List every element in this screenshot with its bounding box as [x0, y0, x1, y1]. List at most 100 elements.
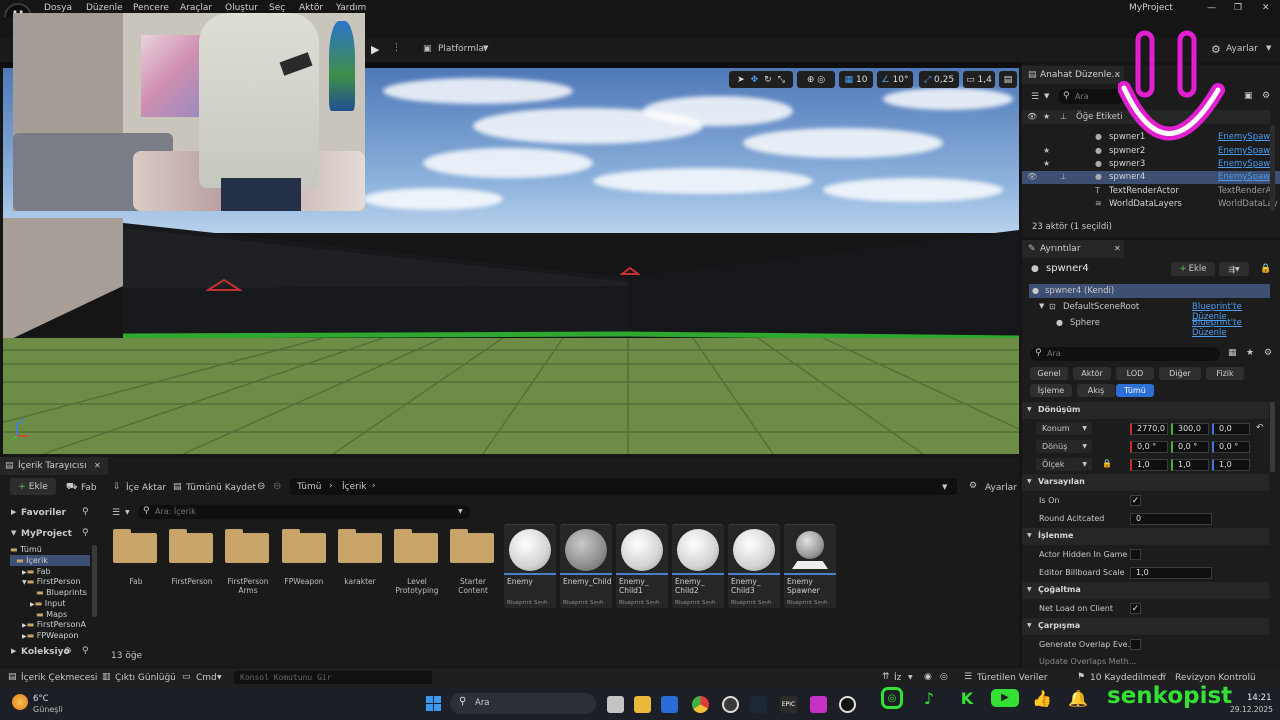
asset-tile[interactable]: Enemy_ Child2 Blueprint Sınıfı	[672, 524, 724, 608]
menu-window[interactable]: Pencere	[133, 3, 169, 13]
scale-x-input[interactable]: 1,0	[1130, 459, 1168, 471]
tree-item-fpweapon[interactable]: ▶▬ FPWeapon	[22, 631, 78, 640]
component-row[interactable]: ▼ ⊡ DefaultSceneRoot Blueprint'te Düzenl…	[1029, 300, 1270, 322]
rotation-dropdown[interactable]: Dönüş ▼	[1036, 440, 1092, 453]
folder-fab-icon[interactable]	[113, 529, 157, 563]
clock-time[interactable]: 14:21	[1247, 693, 1272, 703]
filter-icon[interactable]: ☰	[1031, 92, 1039, 102]
close-button[interactable]: ✕	[1262, 3, 1270, 13]
play-icon[interactable]: ▶	[371, 43, 379, 56]
search-icon[interactable]: ⚲	[82, 646, 89, 656]
more-options-icon[interactable]: ⋮	[392, 43, 401, 53]
filter-streaming[interactable]: Akış	[1077, 384, 1115, 397]
section-transform[interactable]: Dönüşüm	[1022, 402, 1269, 419]
add-collection-icon[interactable]: ⊕	[64, 646, 72, 656]
screenshot-icon[interactable]: ◎	[940, 672, 948, 682]
mail-icon[interactable]	[661, 696, 678, 713]
menu-actor[interactable]: Aktör	[299, 3, 323, 13]
section-default[interactable]: Varsayılan	[1022, 474, 1269, 491]
asset-tile[interactable]: Enemy_Child Blueprint Sınıfı	[560, 524, 612, 608]
overlap-events-checkbox[interactable]	[1130, 639, 1141, 650]
epic-games-icon[interactable]: EPIC	[780, 696, 797, 713]
project-header[interactable]: MyProject	[21, 529, 72, 539]
menu-select[interactable]: Seç	[269, 3, 285, 13]
windows-start-icon[interactable]	[426, 696, 441, 711]
selected-actor-name[interactable]: spwner4	[1046, 263, 1089, 274]
file-explorer-icon[interactable]	[634, 696, 651, 713]
folder-karakter-icon[interactable]	[338, 529, 382, 563]
row-type-link[interactable]: EnemySpawr	[1218, 159, 1274, 169]
cmd-dropdown[interactable]: Cmd	[196, 673, 217, 683]
star-icon[interactable]: ★	[1246, 348, 1254, 358]
eye-icon[interactable]: 👁	[1027, 172, 1037, 181]
location-z-input[interactable]: 0,0	[1212, 423, 1250, 435]
close-tab-icon[interactable]: ✕	[1114, 244, 1121, 253]
menu-help[interactable]: Yardım	[336, 3, 366, 13]
collections-header[interactable]: Koleksiyo	[21, 647, 70, 657]
record-icon[interactable]: ◉	[924, 672, 932, 682]
tree-item-firstperson[interactable]: ▼▬ FirstPerson	[22, 577, 80, 586]
rotation-z-input[interactable]: 0,0 °	[1212, 441, 1250, 453]
back-icon[interactable]: ⊖	[257, 481, 265, 492]
folder-fpweapon-icon[interactable]	[282, 529, 326, 563]
filter-misc[interactable]: Diğer	[1159, 367, 1201, 380]
location-y-input[interactable]: 300,0	[1171, 423, 1209, 435]
outliner-search-input[interactable]: ⚲ Ara	[1058, 89, 1124, 104]
tree-item-maps[interactable]: ▬ Maps	[36, 610, 67, 619]
tree-item-blueprints[interactable]: ▬ Blueprints	[36, 588, 87, 597]
move-icon[interactable]: ✥	[751, 75, 759, 85]
section-replication[interactable]: Çoğaltma	[1022, 582, 1269, 599]
tree-item-firstperson-arms[interactable]: ▶▬ FirstPersonA	[22, 620, 86, 629]
scale-snap[interactable]: ⤢ 0,25	[919, 71, 959, 88]
add-component-button[interactable]: + Ekle	[1171, 262, 1215, 276]
tree-item-fab[interactable]: ▶▬ Fab	[22, 567, 51, 576]
filter-general[interactable]: Genel	[1030, 367, 1068, 380]
tab-outliner[interactable]: ▤ Anahat Düzenle...	[1022, 66, 1124, 84]
revision-control-button[interactable]: Revizyon Kontrolü	[1175, 673, 1256, 683]
steam-icon[interactable]	[750, 696, 767, 713]
row-type-link[interactable]: EnemySpawr	[1218, 172, 1274, 182]
search-icon[interactable]: ⚲	[82, 528, 89, 538]
location-x-input[interactable]: 2770,0	[1130, 423, 1168, 435]
add-button[interactable]: + Ekle	[10, 478, 56, 495]
folder-firstperson-icon[interactable]	[169, 529, 213, 563]
asset-tile[interactable]: Enemy Blueprint Sınıfı	[504, 524, 556, 608]
asset-tile[interactable]: Enemy Spawner Blueprint Sınıfı	[784, 524, 836, 608]
github-desktop-icon[interactable]	[722, 696, 739, 713]
fab-button[interactable]: Fab	[81, 483, 97, 493]
chrome-icon[interactable]	[692, 696, 709, 713]
blueprint-options-button[interactable]: ⇶ ▼	[1219, 262, 1249, 276]
tab-content-browser[interactable]: ▤ İçerik Tarayıcısı	[0, 457, 108, 475]
component-self-row[interactable]: ● spwner4 (Kendi)	[1029, 284, 1270, 298]
scale-y-input[interactable]: 1,0	[1171, 459, 1209, 471]
menu-build[interactable]: Oluştur	[225, 3, 258, 13]
folder-add-icon[interactable]: ▣	[1244, 91, 1253, 101]
unreal-engine-icon[interactable]	[839, 696, 856, 713]
outliner-row[interactable]: ★ ● spwner3 EnemySpawr	[1022, 158, 1280, 171]
filter-lod[interactable]: LOD	[1116, 367, 1154, 380]
menu-edit[interactable]: Düzenle	[86, 3, 123, 13]
scale-icon[interactable]: ⤡	[778, 75, 785, 85]
location-dropdown[interactable]: Konum ▼	[1036, 422, 1092, 435]
component-row[interactable]: ● Sphere Blueprint'te Düzenle	[1029, 316, 1270, 338]
forward-icon[interactable]: ⊖	[273, 481, 281, 492]
outliner-row[interactable]: ≋ WorldDataLayers WorldDataLay	[1022, 198, 1280, 211]
trace-button[interactable]: İz	[894, 673, 901, 683]
save-all-button[interactable]: Tümünü Kaydet	[186, 483, 256, 493]
folder-firstperson-arms-icon[interactable]	[225, 529, 269, 563]
folder-starter-content-icon[interactable]	[450, 529, 494, 563]
viewport-layout-button[interactable]: ▤	[999, 71, 1017, 88]
content-drawer-button[interactable]: İçerik Çekmecesi	[21, 673, 97, 683]
spawner-marker-1[interactable]	[206, 278, 242, 292]
hidden-in-game-checkbox[interactable]	[1130, 549, 1141, 560]
outliner-row[interactable]: T TextRenderActor TextRenderAc	[1022, 185, 1280, 198]
tab-details[interactable]: ✎ Ayrıntılar	[1022, 240, 1124, 258]
twitch-icon[interactable]	[810, 696, 827, 713]
asset-tile[interactable]: Enemy_ Child1 Blueprint Sınıfı	[616, 524, 668, 608]
task-view-icon[interactable]	[607, 696, 624, 713]
unsaved-button[interactable]: 10 Kaydedilmedi	[1090, 673, 1165, 683]
column-item-label[interactable]: Öğe Etiketi	[1076, 112, 1123, 122]
select-icon[interactable]: ➤	[737, 75, 745, 85]
spawner-marker-2[interactable]	[620, 266, 640, 276]
billboard-scale-input[interactable]: 1,0	[1130, 567, 1212, 579]
